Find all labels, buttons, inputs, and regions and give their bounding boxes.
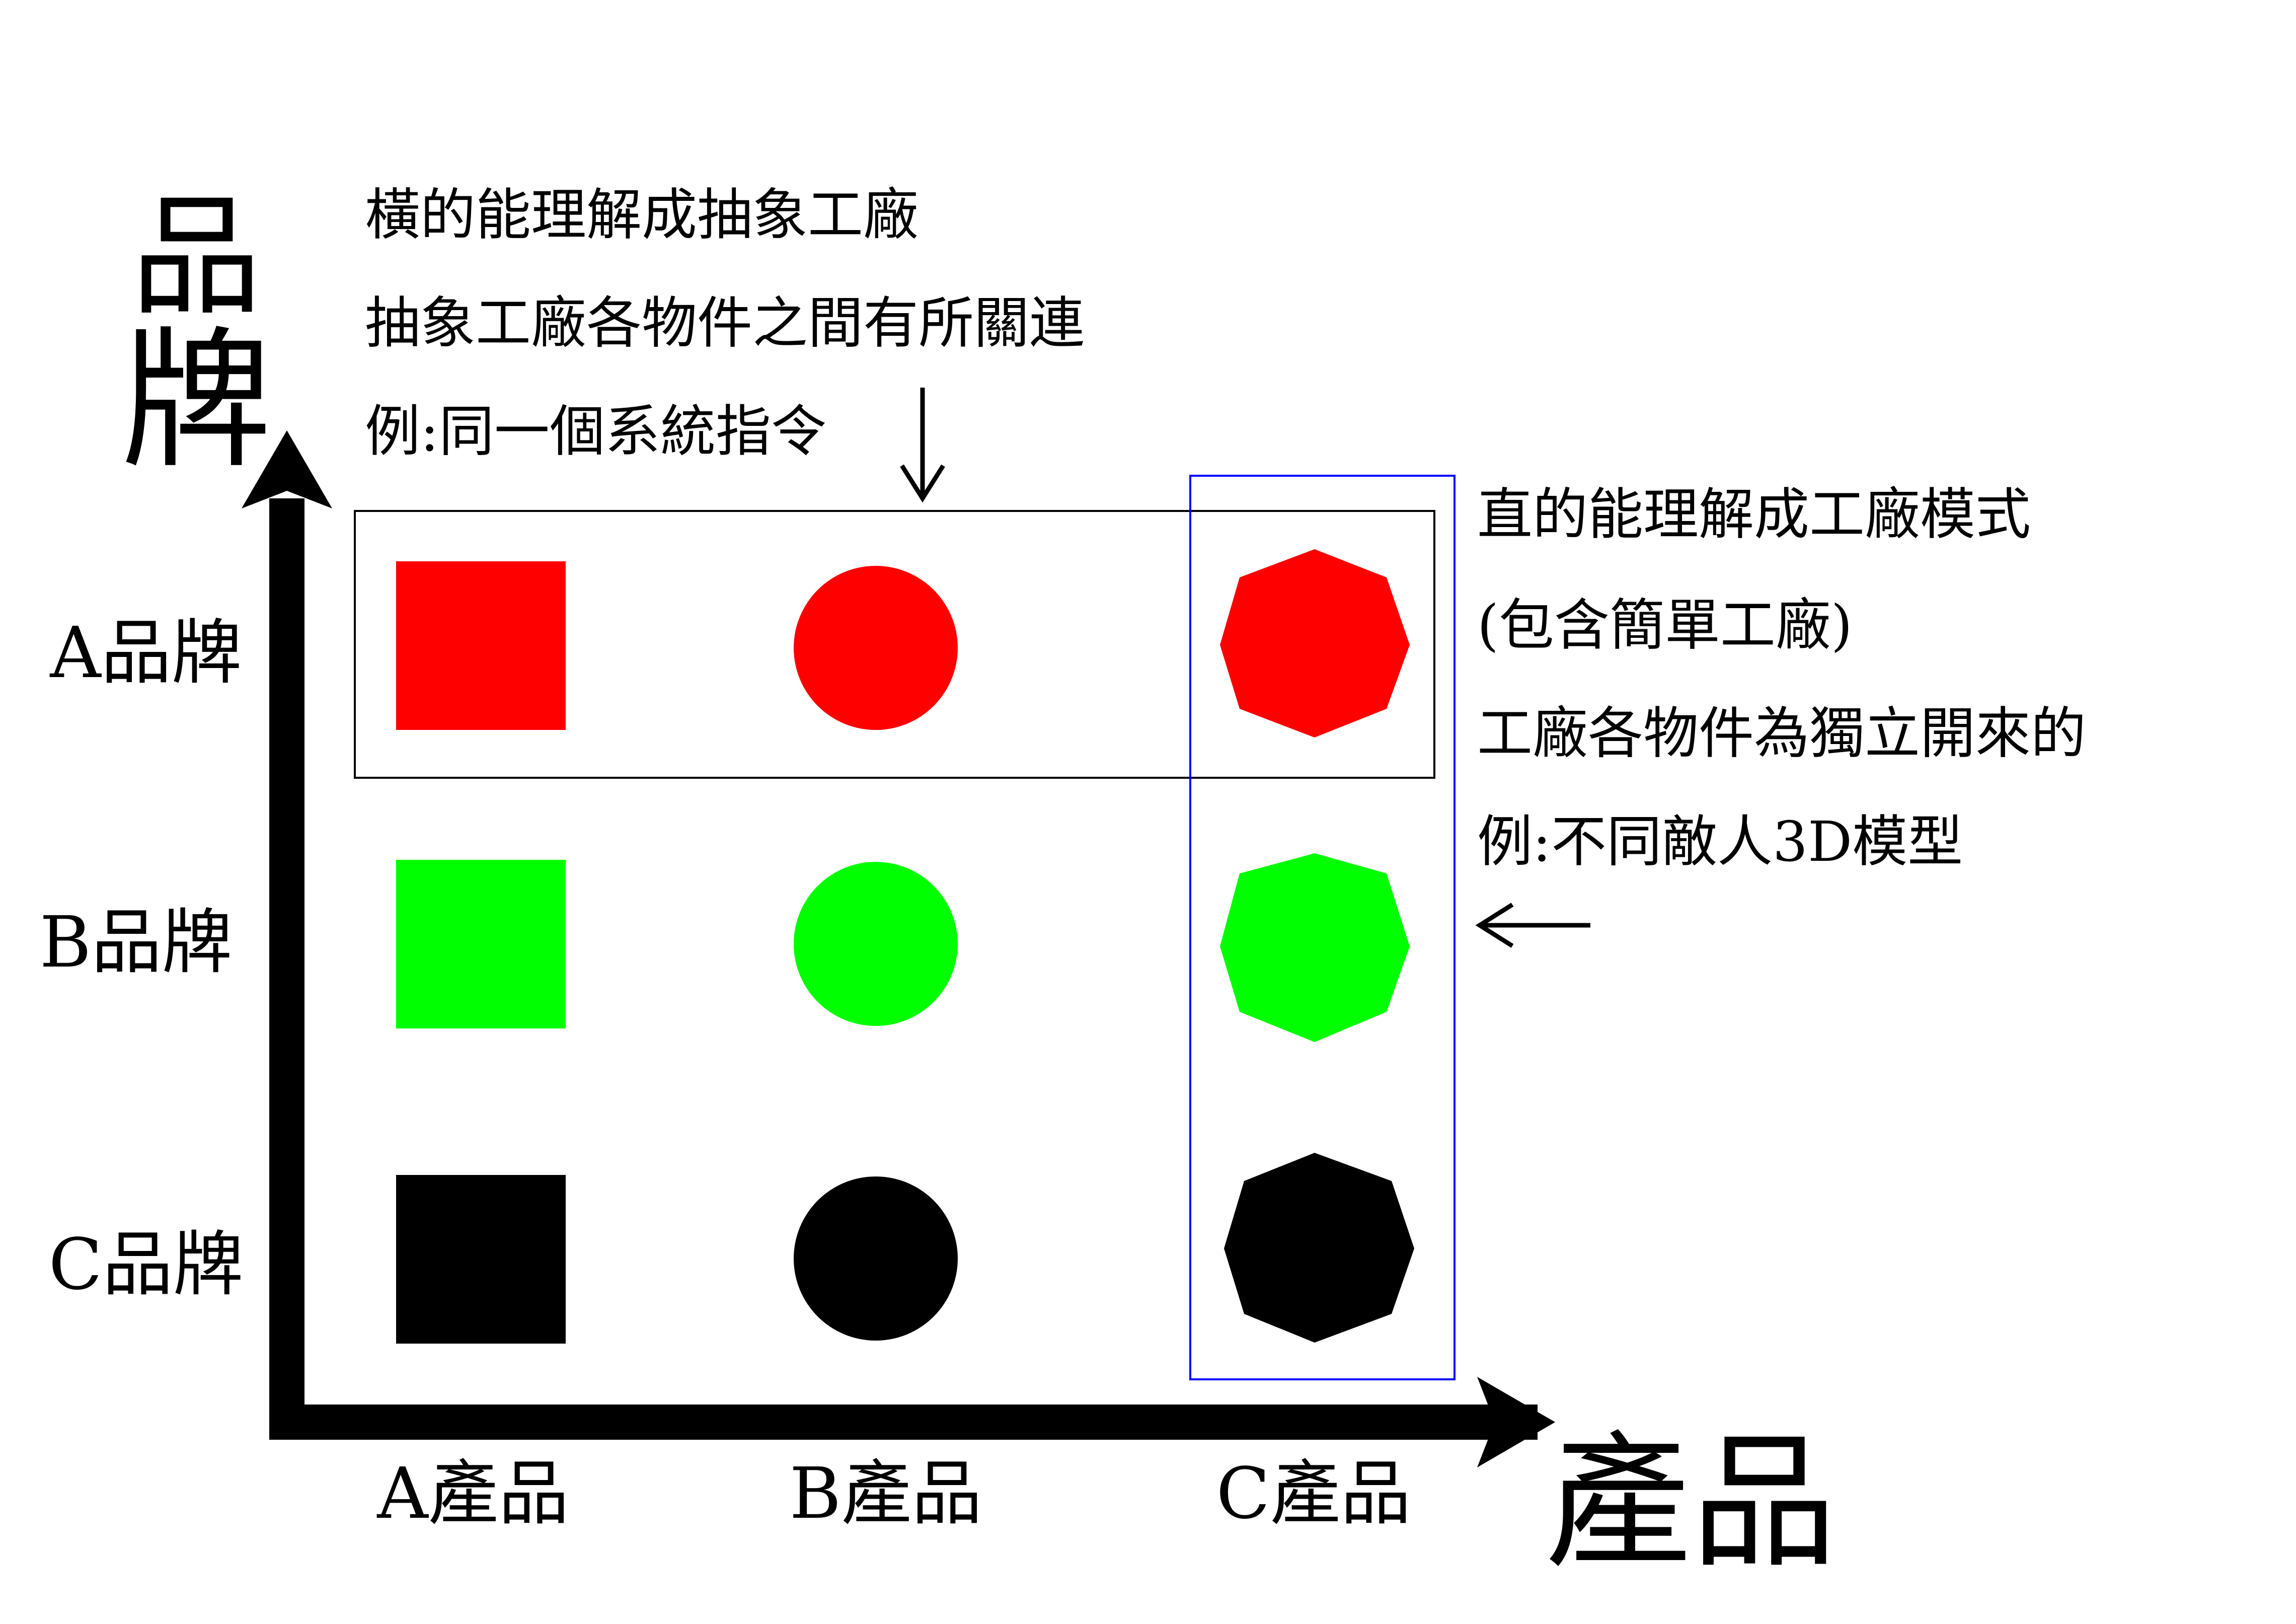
octagon-brand-c — [1224, 1153, 1414, 1343]
annotation-top-line-1: 橫的能理解成抽象工廠 — [365, 183, 919, 247]
square-brand-a — [396, 561, 566, 730]
circle-brand-c — [794, 1176, 958, 1341]
annotation-right-line-4: 例:不同敵人3D模型 — [1477, 809, 1963, 874]
brand-label-c: C品牌 — [48, 1224, 243, 1306]
octagon-brand-b — [1220, 853, 1410, 1042]
annotation-top-line-2: 抽象工廠各物件之間有所關連 — [365, 291, 1085, 355]
circle-brand-b — [794, 862, 958, 1026]
square-brand-c — [396, 1175, 566, 1344]
y-axis-title-2: 牌 — [121, 313, 272, 489]
x-axis-line — [269, 1405, 1538, 1440]
left-arrow-icon — [1475, 903, 1590, 948]
annotation-right-line-2: (包含簡單工廠) — [1477, 593, 1853, 657]
octagon-brand-a — [1220, 549, 1410, 737]
factory-diagram: 品 牌 產品 A品牌 B品牌 C品牌 A產品 B產品 C產品 橫的能理解成抽象工… — [40, 181, 2086, 1588]
y-axis-title-1: 品 — [131, 181, 262, 333]
product-label-c: C產品 — [1216, 1453, 1411, 1535]
product-label-b: B產品 — [790, 1453, 982, 1535]
product-label-a: A產品 — [376, 1453, 569, 1535]
y-axis-line — [269, 498, 304, 1440]
down-arrow-icon — [900, 388, 945, 503]
annotation-top-line-3: 例:同一個系統指令 — [365, 399, 826, 464]
annotation-right-line-1: 直的能理解成工廠模式 — [1477, 482, 2031, 547]
brand-label-b: B品牌 — [40, 902, 233, 984]
annotation-right-line-3: 工廠各物件為獨立開來的 — [1477, 701, 2086, 766]
x-axis-title: 產品 — [1545, 1418, 1837, 1588]
circle-brand-a — [794, 566, 958, 730]
brand-label-a: A品牌 — [49, 612, 242, 694]
square-brand-b — [396, 860, 566, 1028]
